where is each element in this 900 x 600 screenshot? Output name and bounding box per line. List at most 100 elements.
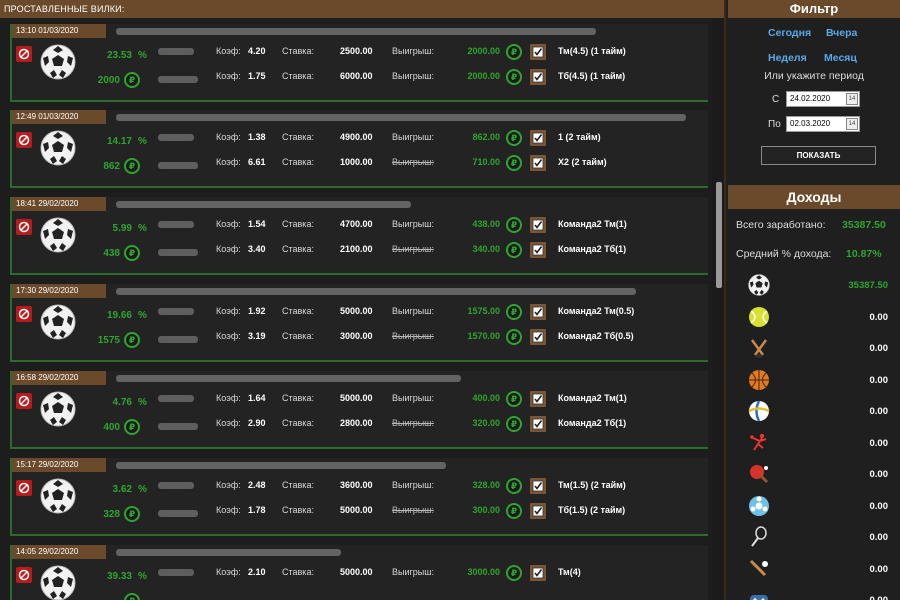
coef-value: 1.54 <box>248 219 266 229</box>
win-label: Выигрыш: <box>392 331 434 341</box>
bet-row: Коэф: 1.78 Ставка: 5000.00 Выигрыш: 300.00 ₽ Тб… <box>12 501 710 521</box>
date-to-value: 02.03.2020 <box>790 119 831 128</box>
ruble-icon[interactable]: ₽ <box>506 565 522 581</box>
coef-value: 2.10 <box>248 567 266 577</box>
date-from-input[interactable]: 24.02.2020 14 <box>786 91 860 107</box>
futsal-icon <box>748 495 770 517</box>
fork-card: 12:49 01/03/2020 14.17% 862 ₽ Коэф: 1.38 Ставк… <box>10 110 708 188</box>
stake-label: Ставка: <box>282 393 314 403</box>
coef-label: Коэф: <box>216 418 241 428</box>
avg-income-value: 10.87% <box>846 248 882 260</box>
sport-income-value: 0.00 <box>870 595 889 600</box>
period-caption: Или укажите период <box>764 70 864 82</box>
confirm-checkbox[interactable] <box>530 478 546 494</box>
confirm-checkbox[interactable] <box>530 416 546 432</box>
coef-label: Коэф: <box>216 480 241 490</box>
sport-income-value: 0.00 <box>869 469 889 480</box>
confirm-checkbox[interactable] <box>530 329 546 345</box>
coef-value: 1.38 <box>248 132 266 142</box>
filter-week-link[interactable]: Неделя <box>768 52 807 64</box>
sport-income-row: 0.00 <box>728 398 900 426</box>
bet-outcome: Тм(4.5) (1 тайм) <box>558 46 626 56</box>
date-to-input[interactable]: 02.03.2020 14 <box>786 116 860 132</box>
ruble-icon[interactable]: ₽ <box>506 69 522 85</box>
bookmaker-name-blurred <box>158 482 194 489</box>
fork-date: 14:05 29/02/2020 <box>12 545 106 559</box>
bet-row: Коэф: 2.48 Ставка: 3600.00 Выигрыш: 328.00 ₽ Тм… <box>12 476 710 496</box>
ruble-icon[interactable]: ₽ <box>506 44 522 60</box>
coef-value: 3.40 <box>248 244 266 254</box>
win-label: Выигрыш: <box>392 71 434 81</box>
date-from-label: С <box>772 94 780 105</box>
ruble-icon[interactable]: ₽ <box>506 217 522 233</box>
bet-outcome: Команда2 Тм(0.5) <box>558 306 635 316</box>
baseball-icon <box>748 558 770 580</box>
ruble-icon[interactable]: ₽ <box>506 503 522 519</box>
ruble-icon: ₽ <box>124 593 140 600</box>
sport-income-value: 0.00 <box>869 532 889 543</box>
bet-outcome: Тб(1.5) (2 тайм) <box>558 505 626 515</box>
bet-row: Коэф: 1.38 Ставка: 4900.00 Выигрыш: 862.00 ₽1 … <box>12 128 710 148</box>
confirm-checkbox[interactable] <box>530 69 546 85</box>
app-root: ПРОСТАВЛЕННЫЕ ВИЛКИ: 13:10 01/03/2020 23.… <box>0 0 900 600</box>
fork-title-blurred <box>116 375 461 382</box>
stake-label: Ставка: <box>282 505 314 515</box>
ruble-icon[interactable]: ₽ <box>506 391 522 407</box>
win-label: Выигрыш: <box>392 219 434 229</box>
bet-row: Коэф: 2.90 Ставка: 2800.00 Выигрыш: 320.00 ₽ Ко… <box>12 414 710 434</box>
confirm-checkbox[interactable] <box>530 304 546 320</box>
filter-month-link[interactable]: Месяц <box>824 52 857 64</box>
calendar-icon[interactable]: 14 <box>846 93 858 105</box>
bet-row: Коэф: 3.40 Ставка: 2100.00 Выигрыш: 340.00 ₽ Ко… <box>12 240 710 260</box>
coef-value: 2.90 <box>248 418 266 428</box>
win-label: Выигрыш: <box>392 393 434 403</box>
fork-card: 18:41 29/02/2020 5.99% 438 ₽ Коэф: 1.54 Ставка… <box>10 197 708 275</box>
confirm-checkbox[interactable] <box>530 44 546 60</box>
calendar-icon[interactable]: 14 <box>846 118 858 130</box>
stake-value: 3600.00 <box>340 480 373 490</box>
ruble-icon[interactable]: ₽ <box>506 304 522 320</box>
filter-today-link[interactable]: Сегодня <box>768 27 811 39</box>
ruble-icon[interactable]: ₽ <box>506 329 522 345</box>
fork-date: 12:49 01/03/2020 <box>12 110 106 124</box>
bet-row: Коэф: 1.92 Ставка: 5000.00 Выигрыш: 1575.00 ₽ К… <box>12 302 710 322</box>
coef-label: Коэф: <box>216 505 241 515</box>
ruble-icon[interactable]: ₽ <box>506 130 522 146</box>
date-from-value: 24.02.2020 <box>790 94 831 103</box>
confirm-checkbox[interactable] <box>530 217 546 233</box>
win-value: 3000.00 <box>467 567 500 577</box>
stake-value: 5000.00 <box>340 505 373 515</box>
fork-date: 16:58 29/02/2020 <box>12 371 106 385</box>
coef-value: 1.92 <box>248 306 266 316</box>
win-value: 340.00 <box>472 244 500 254</box>
stake-label: Ставка: <box>282 418 314 428</box>
stake-label: Ставка: <box>282 219 314 229</box>
fork-title-blurred <box>116 462 446 469</box>
ruble-icon[interactable]: ₽ <box>506 416 522 432</box>
sport-income-row: 0.00 <box>728 587 900 600</box>
basketball-icon <box>748 369 770 391</box>
confirm-checkbox[interactable] <box>530 130 546 146</box>
ruble-icon[interactable]: ₽ <box>506 155 522 171</box>
scrollbar-thumb[interactable] <box>716 182 722 288</box>
scrollbar-track[interactable] <box>712 18 724 600</box>
show-button[interactable]: ПОКАЗАТЬ <box>761 146 876 165</box>
bookmaker-name-blurred <box>158 162 198 169</box>
confirm-checkbox[interactable] <box>530 155 546 171</box>
bookmaker-name-blurred <box>158 308 194 315</box>
confirm-checkbox[interactable] <box>530 242 546 258</box>
stake-label: Ставка: <box>282 132 314 142</box>
bet-row: Коэф: 4.20 Ставка: 2500.00 Выигрыш: 2000.00 ₽ Т… <box>12 42 710 62</box>
stake-label: Ставка: <box>282 567 314 577</box>
confirm-checkbox[interactable] <box>530 503 546 519</box>
confirm-checkbox[interactable] <box>530 565 546 581</box>
filter-yesterday-link[interactable]: Вчера <box>826 27 857 39</box>
ruble-icon[interactable]: ₽ <box>506 478 522 494</box>
sport-income-value: 0.00 <box>869 343 889 354</box>
sport-income-value: 0.00 <box>869 500 889 512</box>
ruble-icon[interactable]: ₽ <box>506 242 522 258</box>
coef-value: 1.75 <box>248 71 266 81</box>
coef-label: Коэф: <box>216 71 241 81</box>
bet-outcome: Тм(4) <box>558 567 581 577</box>
confirm-checkbox[interactable] <box>530 391 546 407</box>
